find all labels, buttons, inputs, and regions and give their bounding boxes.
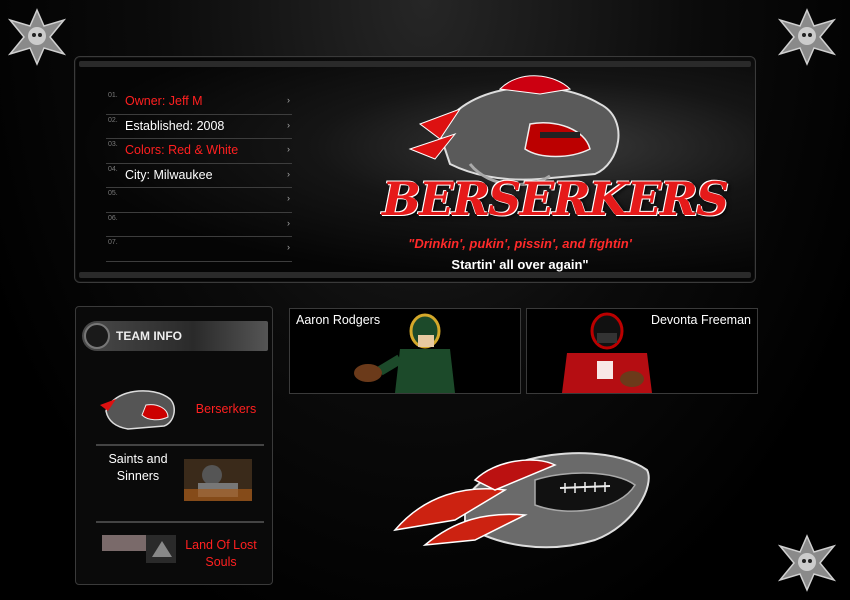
skull-cross-icon-bottom-right <box>777 534 837 592</box>
team-name-land-of-lost-souls: Land Of Lost Souls <box>185 538 257 569</box>
player-card-devonta-freeman[interactable]: Devonta Freeman <box>526 308 758 394</box>
player-photo-icon <box>354 313 455 393</box>
info-list-item[interactable]: 04. City: Milwaukee › <box>106 164 292 188</box>
info-list-number: 05. <box>108 190 118 197</box>
chevron-right-icon: › <box>287 95 290 105</box>
info-list-item[interactable]: 05. › <box>106 188 292 213</box>
chevron-right-icon: › <box>287 193 290 203</box>
slogan-line-2: Startin' all over again" <box>451 257 589 272</box>
land-of-lost-souls-banner-icon <box>102 535 176 563</box>
info-list-text: Established: 2008 <box>125 118 225 133</box>
info-list-number: 01. <box>108 92 118 99</box>
chevron-right-icon: › <box>287 242 290 252</box>
player-card-aaron-rodgers[interactable]: Aaron Rodgers <box>289 308 521 394</box>
team-entry-land-of-lost-souls[interactable]: Land Of Lost Souls <box>96 525 264 581</box>
info-list-item[interactable]: 07. › <box>106 237 292 262</box>
header-circle-icon <box>84 323 110 349</box>
panel-bottom-bar <box>79 272 751 278</box>
team-divider <box>96 521 264 523</box>
team-info-header: TEAM INFO <box>82 321 268 351</box>
info-list-number: 04. <box>108 165 118 173</box>
chevron-right-icon: › <box>287 144 290 154</box>
skull-cross-icon-top-right <box>777 8 837 66</box>
info-list-text: City: Milwaukee <box>125 167 213 182</box>
team-divider <box>96 444 264 446</box>
skull-cross-icon-top-left <box>7 8 67 66</box>
team-name-saints-and-sinners: Saints and Sinners <box>108 452 168 483</box>
team-info-list: 01. Owner: Jeff M › 02. Established: 2008 › 03… <box>106 90 292 262</box>
team-info-title: TEAM INFO <box>116 329 182 343</box>
info-list-number: 06. <box>108 214 118 222</box>
team-name-berserkers: Berserkers <box>195 402 257 416</box>
saints-and-sinners-thumbnail-icon <box>184 459 252 501</box>
chevron-right-icon: › <box>287 217 290 228</box>
info-list-item[interactable]: 02. Established: 2008 › <box>106 115 292 139</box>
info-list-item[interactable]: 03. Colors: Red & White › <box>106 139 292 164</box>
chevron-right-icon: › <box>287 119 290 130</box>
slogan-line-1: "Drinkin', pukin', pissin', and fightin' <box>408 236 632 251</box>
team-entry-berserkers[interactable]: Berserkers <box>96 377 264 441</box>
info-list-number: 07. <box>108 239 118 246</box>
team-info-panel: TEAM INFO Berserkers Saints and Sinners … <box>75 306 273 585</box>
info-list-text: Colors: Red & White <box>125 143 239 157</box>
info-list-item[interactable]: 01. Owner: Jeff M › <box>106 90 292 115</box>
football-logo-icon <box>385 440 657 556</box>
brand-name: BERSERKERS <box>382 172 729 226</box>
chevron-right-icon: › <box>287 168 290 179</box>
berserkers-mini-logo-icon <box>100 390 176 430</box>
info-list-item[interactable]: 06. › <box>106 213 292 237</box>
info-list-text: Owner: Jeff M <box>125 94 203 108</box>
player-photo-icon <box>562 312 652 393</box>
info-list-number: 03. <box>108 141 118 148</box>
info-list-number: 02. <box>108 116 118 124</box>
team-entry-saints-and-sinners[interactable]: Saints and Sinners <box>96 449 264 525</box>
